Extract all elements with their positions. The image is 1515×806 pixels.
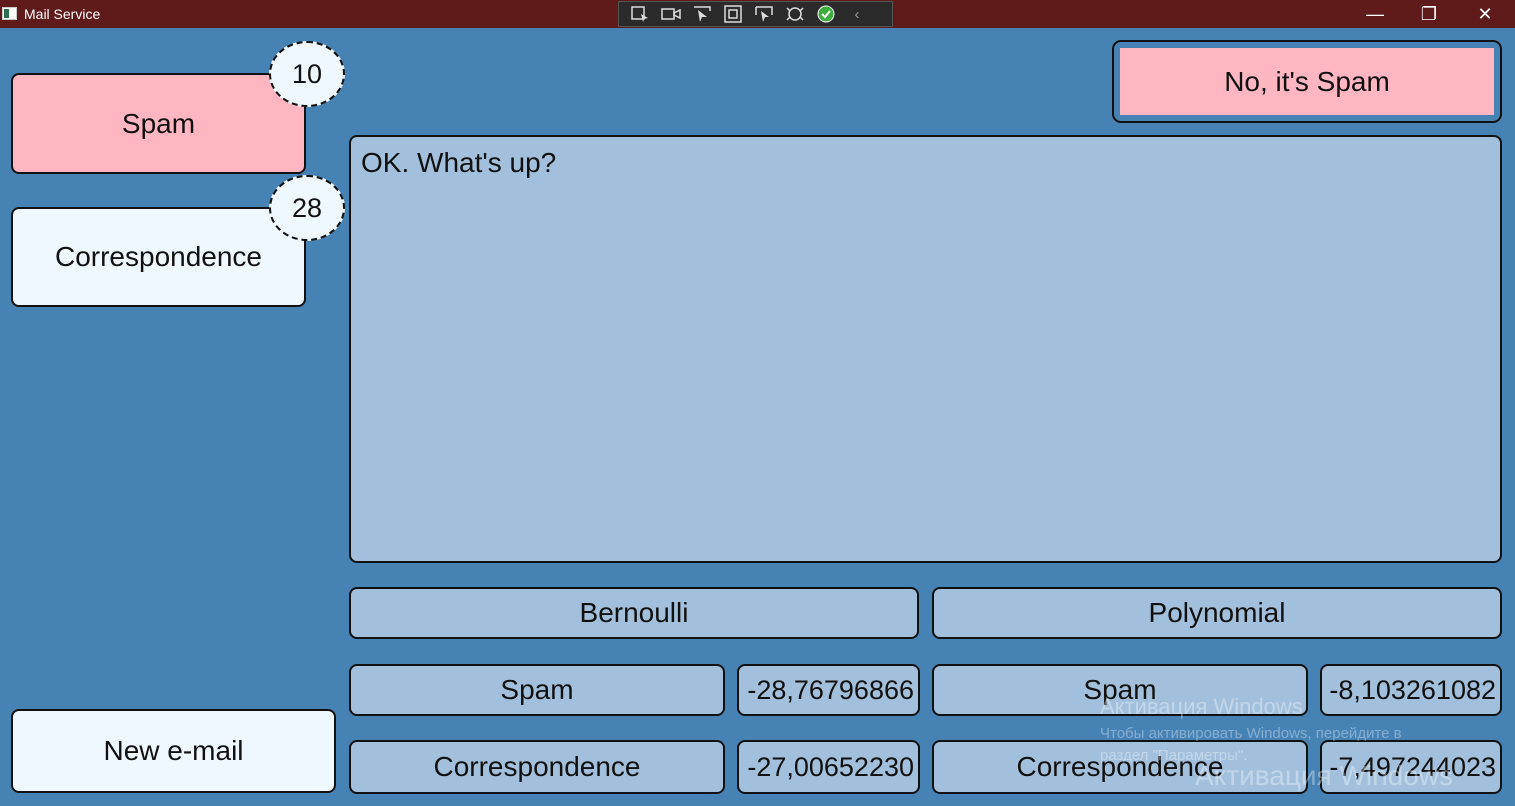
minimize-button[interactable]: — bbox=[1352, 0, 1398, 28]
select-element-icon[interactable] bbox=[629, 4, 651, 24]
bernoulli-spam-class-label: Spam bbox=[500, 674, 574, 705]
debug-toolbar: ‹ bbox=[618, 1, 893, 27]
bernoulli-spam-score: -28,76796866 bbox=[737, 664, 920, 716]
polynomial-spam-score-value: -8,103261082 bbox=[1329, 674, 1496, 705]
spam-count-badge: 10 bbox=[269, 41, 345, 107]
bernoulli-correspondence-score: -27,00652230 bbox=[737, 740, 920, 794]
polynomial-correspondence-score: -7,497244023 bbox=[1320, 740, 1502, 794]
window-title: Mail Service bbox=[24, 6, 101, 22]
polynomial-spam-class: Spam bbox=[932, 664, 1308, 716]
collapse-arrow-icon[interactable]: ‹ bbox=[846, 4, 868, 24]
polynomial-spam-score: -8,103261082 bbox=[1320, 664, 1502, 716]
reclassify-button[interactable]: No, it's Spam bbox=[1112, 40, 1502, 123]
title-bar: Mail Service ‹ — ❐ ✕ bbox=[0, 0, 1515, 28]
bernoulli-correspondence-class: Correspondence bbox=[349, 740, 725, 794]
polynomial-correspondence-class: Correspondence bbox=[932, 740, 1308, 794]
reclassify-button-face: No, it's Spam bbox=[1120, 48, 1494, 115]
polynomial-spam-class-label: Spam bbox=[1083, 674, 1157, 705]
polynomial-label: Polynomial bbox=[1148, 597, 1286, 628]
folder-correspondence-button[interactable]: Correspondence bbox=[11, 207, 306, 307]
bernoulli-spam-class: Spam bbox=[349, 664, 725, 716]
bernoulli-header: Bernoulli bbox=[349, 587, 919, 639]
record-icon[interactable] bbox=[660, 4, 682, 24]
bernoulli-correspondence-class-label: Correspondence bbox=[433, 751, 641, 782]
maximize-button[interactable]: ❐ bbox=[1406, 0, 1452, 28]
app-icon bbox=[2, 7, 17, 20]
folder-spam-label: Spam bbox=[121, 107, 196, 139]
folder-correspondence-label: Correspondence bbox=[54, 241, 263, 272]
correspondence-count: 28 bbox=[291, 192, 323, 223]
frame-icon[interactable] bbox=[722, 4, 744, 24]
polynomial-header: Polynomial bbox=[932, 587, 1502, 639]
bernoulli-correspondence-score-value: -27,00652230 bbox=[747, 751, 914, 782]
bernoulli-label: Bernoulli bbox=[579, 597, 689, 628]
check-icon[interactable] bbox=[815, 4, 837, 24]
folder-spam-button[interactable]: Spam bbox=[11, 73, 306, 174]
close-button[interactable]: ✕ bbox=[1462, 0, 1508, 28]
correspondence-count-badge: 28 bbox=[269, 175, 345, 241]
new-email-button[interactable]: New e-mail bbox=[11, 709, 336, 793]
bernoulli-spam-score-value: -28,76796866 bbox=[747, 674, 914, 705]
polynomial-correspondence-score-value: -7,497244023 bbox=[1329, 751, 1496, 782]
hot-reload-icon[interactable] bbox=[784, 4, 806, 24]
reclassify-label: No, it's Spam bbox=[1224, 65, 1390, 97]
new-email-label: New e-mail bbox=[103, 735, 244, 766]
layout-icon[interactable] bbox=[753, 4, 775, 24]
pointer-icon[interactable] bbox=[691, 4, 713, 24]
message-text: OK. What's up? bbox=[361, 147, 557, 178]
message-textbox[interactable]: OK. What's up? bbox=[349, 135, 1502, 563]
polynomial-correspondence-class-label: Correspondence bbox=[1016, 751, 1224, 782]
spam-count: 10 bbox=[291, 58, 323, 89]
